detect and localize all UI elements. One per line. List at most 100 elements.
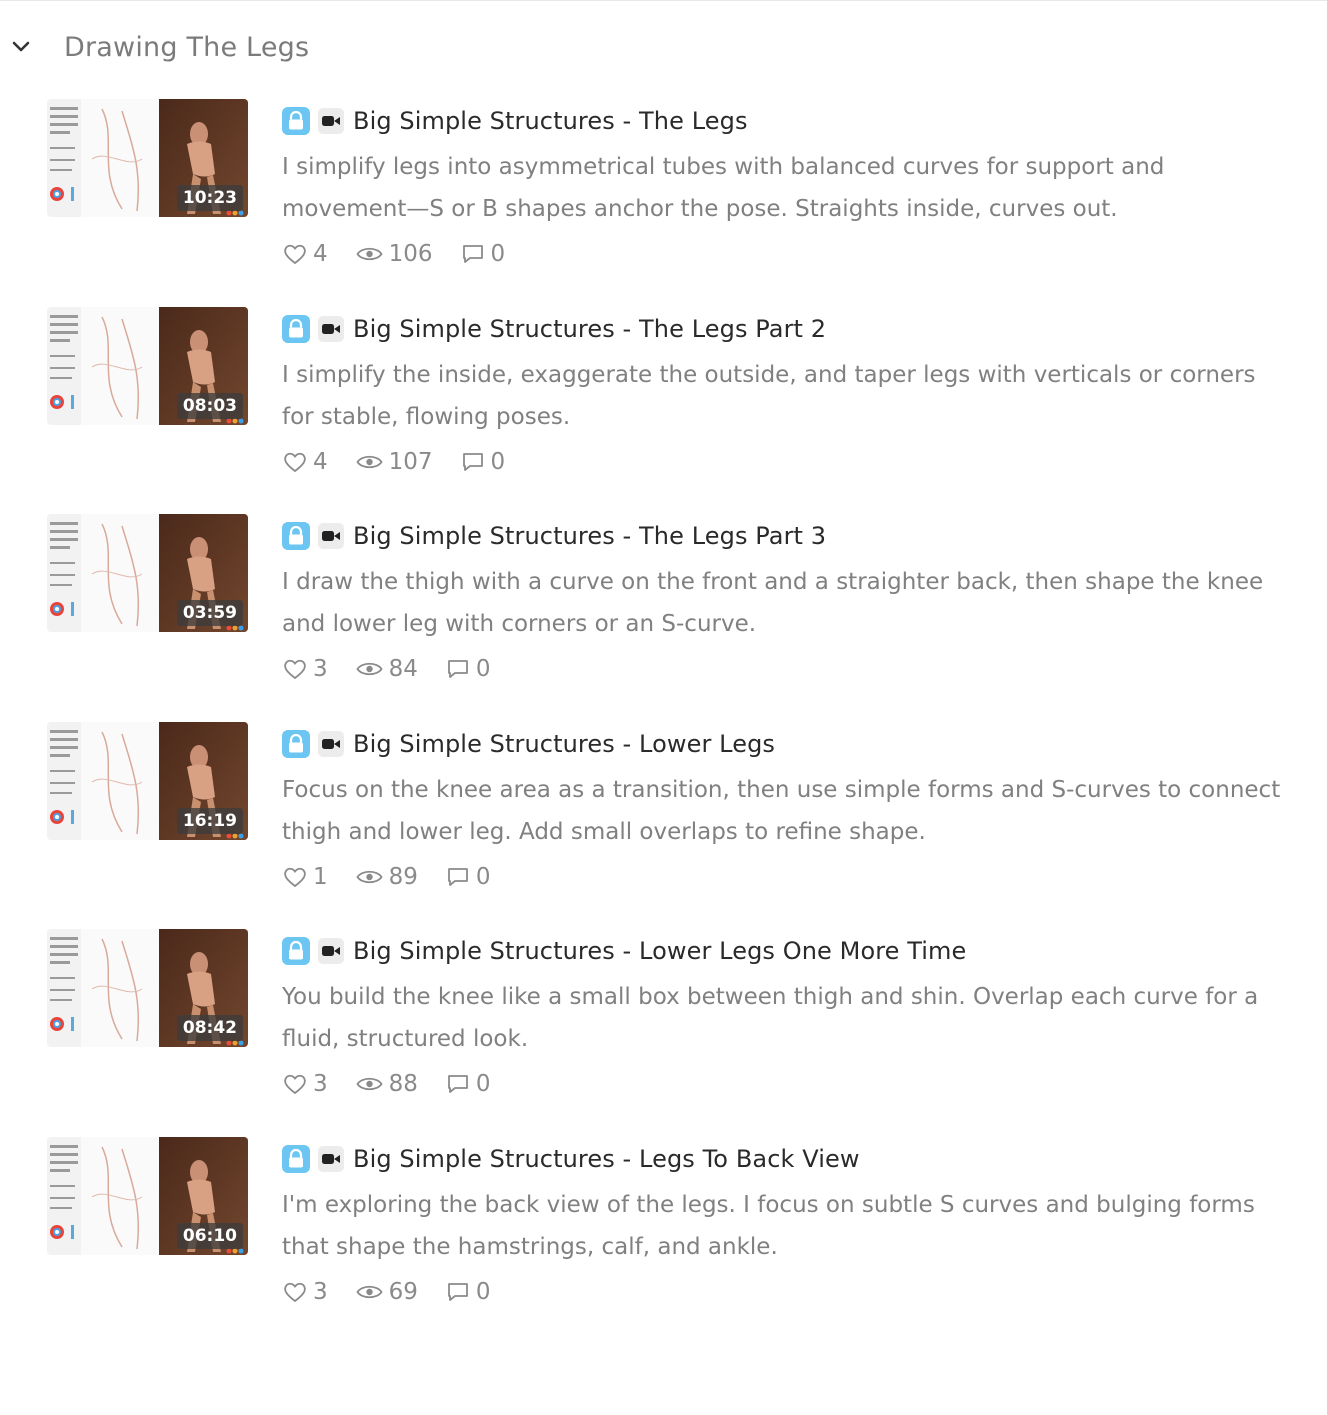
lesson-thumbnail[interactable]: 03:59 xyxy=(47,514,248,633)
comments-stat[interactable]: 0 xyxy=(461,241,505,267)
lesson-thumbnail[interactable]: 16:19 xyxy=(47,721,248,840)
eye-icon xyxy=(356,247,383,261)
views-count: 106 xyxy=(388,241,433,267)
comment-icon xyxy=(448,1283,468,1301)
heart-icon xyxy=(284,660,306,680)
views-stat: 84 xyxy=(356,656,418,682)
comments-count: 0 xyxy=(475,1071,491,1098)
comments-stat[interactable]: 0 xyxy=(446,1071,491,1097)
lesson-item[interactable]: 08:42 Big Simple Structures - Lower Legs… xyxy=(0,929,1327,1137)
eye-icon xyxy=(356,1285,383,1299)
lesson-title[interactable]: Big Simple Structures - The Legs Part 2 xyxy=(353,315,826,343)
video-duration: 08:42 xyxy=(176,1015,243,1042)
views-count: 88 xyxy=(388,1071,418,1098)
views-count: 69 xyxy=(388,1278,418,1305)
views-stat: 107 xyxy=(356,449,433,475)
lesson-item[interactable]: 06:10 Big Simple Structures - Legs To Ba… xyxy=(0,1136,1327,1345)
comments-stat[interactable]: 0 xyxy=(461,448,506,475)
heart-icon xyxy=(284,1075,306,1095)
video-camera-icon xyxy=(318,938,344,965)
lesson-title-row: Big Simple Structures - The Legs Part 3 xyxy=(282,520,826,552)
likes-count: 3 xyxy=(313,1071,328,1098)
comments-count: 0 xyxy=(475,656,491,683)
comments-stat[interactable]: 0 xyxy=(446,656,491,682)
lock-icon xyxy=(282,1144,310,1173)
eye-icon xyxy=(356,1078,383,1091)
lock-icon xyxy=(282,937,310,966)
chevron-down-icon[interactable] xyxy=(10,36,32,58)
likes-count: 3 xyxy=(313,1278,328,1305)
lesson-stats: 4 106 0 xyxy=(283,241,533,267)
lesson-stats: 3 84 0 xyxy=(283,656,519,682)
likes-stat[interactable]: 3 xyxy=(283,656,328,682)
comments-stat[interactable]: 0 xyxy=(446,864,491,890)
lesson-title[interactable]: Big Simple Structures - The Legs Part 3 xyxy=(353,522,826,550)
top-divider xyxy=(0,0,1327,1)
comment-icon xyxy=(462,245,483,263)
section-header[interactable]: Drawing The Legs xyxy=(0,26,600,76)
lesson-thumbnail[interactable]: 08:42 xyxy=(47,929,248,1048)
video-duration: 10:23 xyxy=(176,185,243,211)
likes-stat[interactable]: 1 xyxy=(283,864,328,890)
comment-icon xyxy=(448,867,468,886)
comments-count: 0 xyxy=(490,448,506,475)
lesson-stats: 4 107 0 xyxy=(283,449,533,475)
likes-count: 3 xyxy=(313,656,328,683)
comment-icon xyxy=(462,452,483,471)
lesson-stats: 3 88 0 xyxy=(283,1071,519,1097)
comments-stat[interactable]: 0 xyxy=(446,1279,491,1305)
comments-count: 0 xyxy=(475,1278,491,1305)
lesson-thumbnail[interactable]: 06:10 xyxy=(47,1136,248,1255)
video-camera-icon xyxy=(318,730,344,757)
lesson-list: 10:23 Big Simple Structures - The Legs I… xyxy=(0,99,1327,1345)
lesson-title[interactable]: Big Simple Structures - Lower Legs One M… xyxy=(353,937,966,965)
lesson-item[interactable]: 03:59 Big Simple Structures - The Legs P… xyxy=(0,514,1327,722)
video-duration: 06:10 xyxy=(176,1222,243,1249)
views-count: 84 xyxy=(388,656,418,683)
lesson-title-row: Big Simple Structures - Legs To Back Vie… xyxy=(282,1143,860,1175)
lesson-title[interactable]: Big Simple Structures - Legs To Back Vie… xyxy=(353,1145,860,1173)
lesson-title-row: Big Simple Structures - Lower Legs xyxy=(282,728,775,760)
lesson-stats: 1 89 0 xyxy=(283,864,519,890)
likes-count: 4 xyxy=(313,448,328,475)
lesson-description: Focus on the knee area as a transition, … xyxy=(282,776,1281,845)
likes-stat[interactable]: 3 xyxy=(283,1071,328,1097)
lesson-description: You build the knee like a small box betw… xyxy=(282,984,1259,1053)
video-camera-icon xyxy=(318,108,344,134)
heart-icon xyxy=(284,244,306,265)
lesson-thumbnail[interactable]: 08:03 xyxy=(47,306,248,425)
lesson-title-row: Big Simple Structures - The Legs xyxy=(282,105,748,137)
eye-icon xyxy=(356,455,383,468)
comments-count: 0 xyxy=(475,863,491,890)
likes-count: 4 xyxy=(313,241,328,267)
lesson-thumbnail[interactable]: 10:23 xyxy=(47,99,248,217)
views-stat: 88 xyxy=(356,1071,418,1097)
views-stat: 69 xyxy=(356,1279,418,1305)
lesson-title-row: Big Simple Structures - The Legs Part 2 xyxy=(282,313,826,345)
lock-icon xyxy=(282,729,310,758)
views-stat: 89 xyxy=(356,864,418,890)
likes-stat[interactable]: 4 xyxy=(283,449,328,475)
lesson-title[interactable]: Big Simple Structures - The Legs xyxy=(353,107,748,135)
likes-stat[interactable]: 4 xyxy=(283,241,328,267)
lesson-item[interactable]: 16:19 Big Simple Structures - Lower Legs… xyxy=(0,721,1327,930)
lesson-item[interactable]: 10:23 Big Simple Structures - The Legs I… xyxy=(0,99,1327,307)
section-title: Drawing The Legs xyxy=(64,32,310,63)
views-stat: 106 xyxy=(356,241,433,267)
likes-count: 1 xyxy=(313,863,328,890)
lock-icon xyxy=(282,522,310,551)
heart-icon xyxy=(284,867,306,887)
video-duration: 08:03 xyxy=(176,392,243,419)
lesson-description: I'm exploring the back view of the legs.… xyxy=(282,1191,1255,1260)
lesson-item[interactable]: 08:03 Big Simple Structures - The Legs P… xyxy=(0,306,1327,515)
likes-stat[interactable]: 3 xyxy=(283,1279,328,1305)
comment-icon xyxy=(448,660,468,679)
lesson-title[interactable]: Big Simple Structures - Lower Legs xyxy=(353,730,775,758)
eye-icon xyxy=(356,663,383,676)
lesson-stats: 3 69 0 xyxy=(283,1279,519,1305)
lesson-description: I simplify legs into asymmetrical tubes … xyxy=(282,154,1165,222)
video-duration: 03:59 xyxy=(176,600,243,627)
video-camera-icon xyxy=(318,523,344,550)
comment-icon xyxy=(448,1075,468,1094)
video-camera-icon xyxy=(318,315,344,342)
